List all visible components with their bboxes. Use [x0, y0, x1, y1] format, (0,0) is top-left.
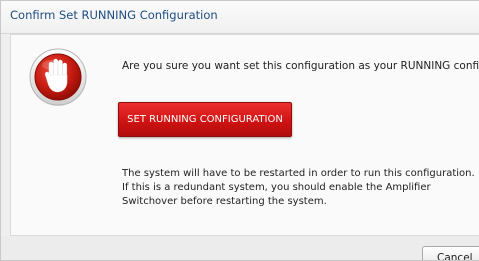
stop-hand-icon	[28, 47, 88, 107]
cancel-button[interactable]: Cancel	[422, 246, 479, 260]
dialog-body: Are you sure you want set this configura…	[10, 34, 479, 236]
confirm-dialog: Confirm Set RUNNING Configuration Are yo…	[0, 0, 479, 261]
set-running-configuration-button[interactable]: SET RUNNING CONFIGURATION	[118, 102, 292, 137]
dialog-title: Confirm Set RUNNING Configuration	[10, 8, 218, 22]
restart-info-text: The system will have to be restarted in …	[122, 168, 475, 207]
confirm-question: Are you sure you want set this configura…	[122, 60, 479, 72]
dialog-titlebar: Confirm Set RUNNING Configuration	[1, 1, 479, 34]
dialog-footer	[1, 236, 479, 260]
